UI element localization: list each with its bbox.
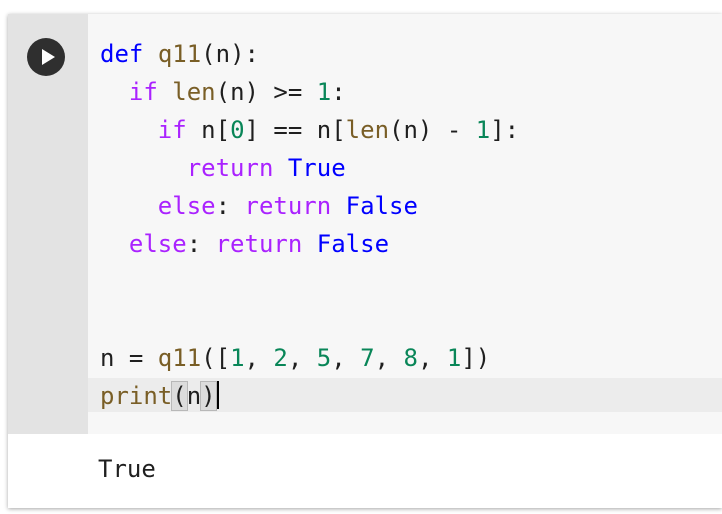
play-icon xyxy=(42,49,55,65)
code-token: return xyxy=(215,230,303,258)
code-token: , xyxy=(417,344,447,372)
code-token: (n) >= xyxy=(215,78,317,106)
code-token: ( xyxy=(171,381,188,411)
code-token: 0 xyxy=(230,116,245,144)
code-token: : xyxy=(215,192,245,220)
code-token: 5 xyxy=(316,344,332,372)
code-token: n[ xyxy=(186,116,231,144)
code-token: False xyxy=(316,230,390,258)
code-token: len xyxy=(345,116,390,144)
code-token: return xyxy=(186,154,274,182)
code-line[interactable]: def q11(n): xyxy=(100,35,519,73)
code-line[interactable]: else: return False xyxy=(100,225,519,263)
code-line[interactable]: if n[0] == n[len(n) - 1]: xyxy=(100,111,519,149)
code-token: else xyxy=(128,230,187,258)
code-token: print xyxy=(100,382,173,410)
code-token: if xyxy=(128,78,158,106)
code-token: 7 xyxy=(360,344,375,372)
code-token: (n): xyxy=(201,40,259,68)
code-token: ] == n[ xyxy=(244,116,346,144)
code-token: q11 xyxy=(157,40,202,68)
code-token: 1 xyxy=(316,78,332,106)
code-token: n xyxy=(186,382,202,410)
code-token: : xyxy=(331,78,346,106)
code-line[interactable]: return True xyxy=(100,149,519,187)
code-token: ]) xyxy=(461,344,491,372)
code-token: , xyxy=(287,344,317,372)
code-token: : xyxy=(186,230,216,258)
code-token: , xyxy=(244,344,274,372)
run-cell-button[interactable] xyxy=(27,38,65,76)
code-cell[interactable]: def q11(n): if len(n) >= 1: if n[0] == n… xyxy=(8,14,722,508)
code-token: ) xyxy=(200,381,217,411)
code-token: 2 xyxy=(273,344,288,372)
code-token: , xyxy=(374,344,404,372)
code-line[interactable]: if len(n) >= 1: xyxy=(100,73,519,111)
code-token: q11 xyxy=(157,344,202,372)
code-line[interactable]: n = q11([1, 2, 5, 7, 8, 1]) xyxy=(100,339,519,377)
code-token: 8 xyxy=(403,344,418,372)
code-token: len xyxy=(172,78,216,106)
text-cursor xyxy=(216,381,219,409)
cell-output: True xyxy=(98,455,156,483)
code-token: if xyxy=(157,116,187,144)
code-token: (n) - xyxy=(389,116,476,144)
code-token: return xyxy=(244,192,332,220)
code-token: def xyxy=(100,40,144,68)
code-line[interactable] xyxy=(100,301,519,339)
code-token: False xyxy=(345,192,418,220)
code-line[interactable]: else: return False xyxy=(100,187,519,225)
code-token: else xyxy=(157,192,216,220)
code-text[interactable]: def q11(n): if len(n) >= 1: if n[0] == n… xyxy=(100,35,519,415)
code-token: 1 xyxy=(230,344,245,372)
code-line[interactable]: print(n) xyxy=(100,377,519,415)
code-token: 1 xyxy=(475,116,491,144)
code-token: , xyxy=(331,344,361,372)
code-line[interactable] xyxy=(100,263,519,301)
code-token: ([ xyxy=(201,344,231,372)
code-token: n = xyxy=(100,344,158,372)
code-token: True xyxy=(287,154,346,182)
code-token: ]: xyxy=(490,116,520,144)
cell-gutter xyxy=(8,14,88,434)
code-token: 1 xyxy=(446,344,462,372)
